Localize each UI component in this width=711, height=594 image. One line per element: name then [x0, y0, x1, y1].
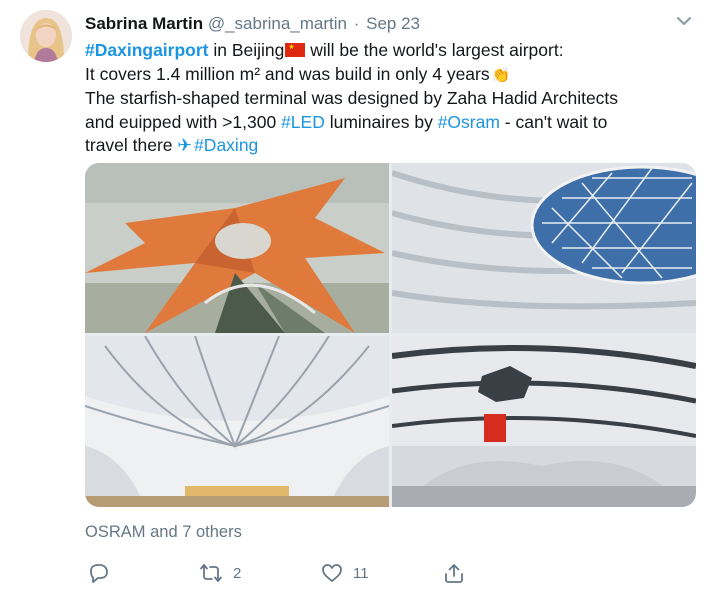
like-button[interactable]: 11: [321, 561, 369, 585]
likers-summary[interactable]: OSRAM and 7 others: [85, 523, 242, 542]
tweet-text: #Daxingairport in Beijing will be the wo…: [85, 39, 695, 158]
photo-skylight-dome[interactable]: [392, 163, 696, 333]
share-icon: [443, 562, 465, 584]
text-equipped: and euipped with >1,300: [85, 111, 282, 132]
china-flag-icon: [285, 43, 306, 57]
text-luminaires: luminaires by: [324, 111, 438, 132]
retweet-icon: [199, 562, 223, 584]
tweet-line-5: travel there ✈ #Daxing: [85, 134, 695, 158]
tweet-line-1: #Daxingairport in Beijing will be the wo…: [85, 39, 695, 63]
tweet-card[interactable]: Sabrina Martin @_sabrina_martin · Sep 23…: [0, 0, 711, 594]
avatar[interactable]: [20, 10, 72, 62]
photo-ceiling-arches[interactable]: [85, 336, 389, 507]
hashtag-led[interactable]: #LED: [281, 112, 325, 132]
airplane-icon: ✈: [177, 135, 193, 155]
tweet-line-4: and euipped with >1,300 #LED luminaires …: [85, 111, 695, 135]
heart-icon: [321, 562, 343, 584]
text-cant-wait: - can't wait to: [499, 111, 608, 132]
reply-icon: [88, 562, 110, 584]
tweet-date[interactable]: Sep 23: [366, 14, 420, 33]
tweet-line-3: The starfish-shaped terminal was designe…: [85, 88, 619, 108]
chevron-down-icon[interactable]: [676, 14, 692, 28]
photo-airport-aerial[interactable]: [85, 163, 389, 333]
tweet-actions: 2 11: [85, 561, 505, 585]
reply-button[interactable]: [88, 561, 120, 585]
text-covers: It covers 1.4 million m² and was build i…: [85, 63, 490, 84]
retweet-button[interactable]: 2: [199, 561, 241, 585]
media-grid: [85, 163, 696, 507]
hashtag-daxingairport[interactable]: #Daxingairport: [85, 40, 209, 60]
like-count: 11: [353, 564, 369, 582]
author-name[interactable]: Sabrina Martin: [85, 14, 203, 33]
hashtag-daxing[interactable]: #Daxing: [194, 135, 258, 155]
clapping-hands-icon: 👏: [491, 66, 511, 84]
author-handle[interactable]: @_sabrina_martin: [208, 14, 347, 33]
text-in-beijing: in Beijing: [208, 40, 285, 60]
hashtag-osram[interactable]: #Osram: [438, 112, 500, 132]
retweet-count: 2: [233, 564, 242, 582]
text-travel-there: travel there: [85, 135, 178, 155]
tweet-header: Sabrina Martin @_sabrina_martin · Sep 23: [85, 13, 420, 35]
separator-dot: ·: [353, 14, 360, 33]
share-button[interactable]: [443, 561, 465, 585]
text-largest-airport: will be the world's largest airport:: [305, 40, 564, 60]
tweet-line-2: It covers 1.4 million m² and was build i…: [85, 63, 695, 88]
photo-interior-flag[interactable]: [392, 336, 696, 507]
